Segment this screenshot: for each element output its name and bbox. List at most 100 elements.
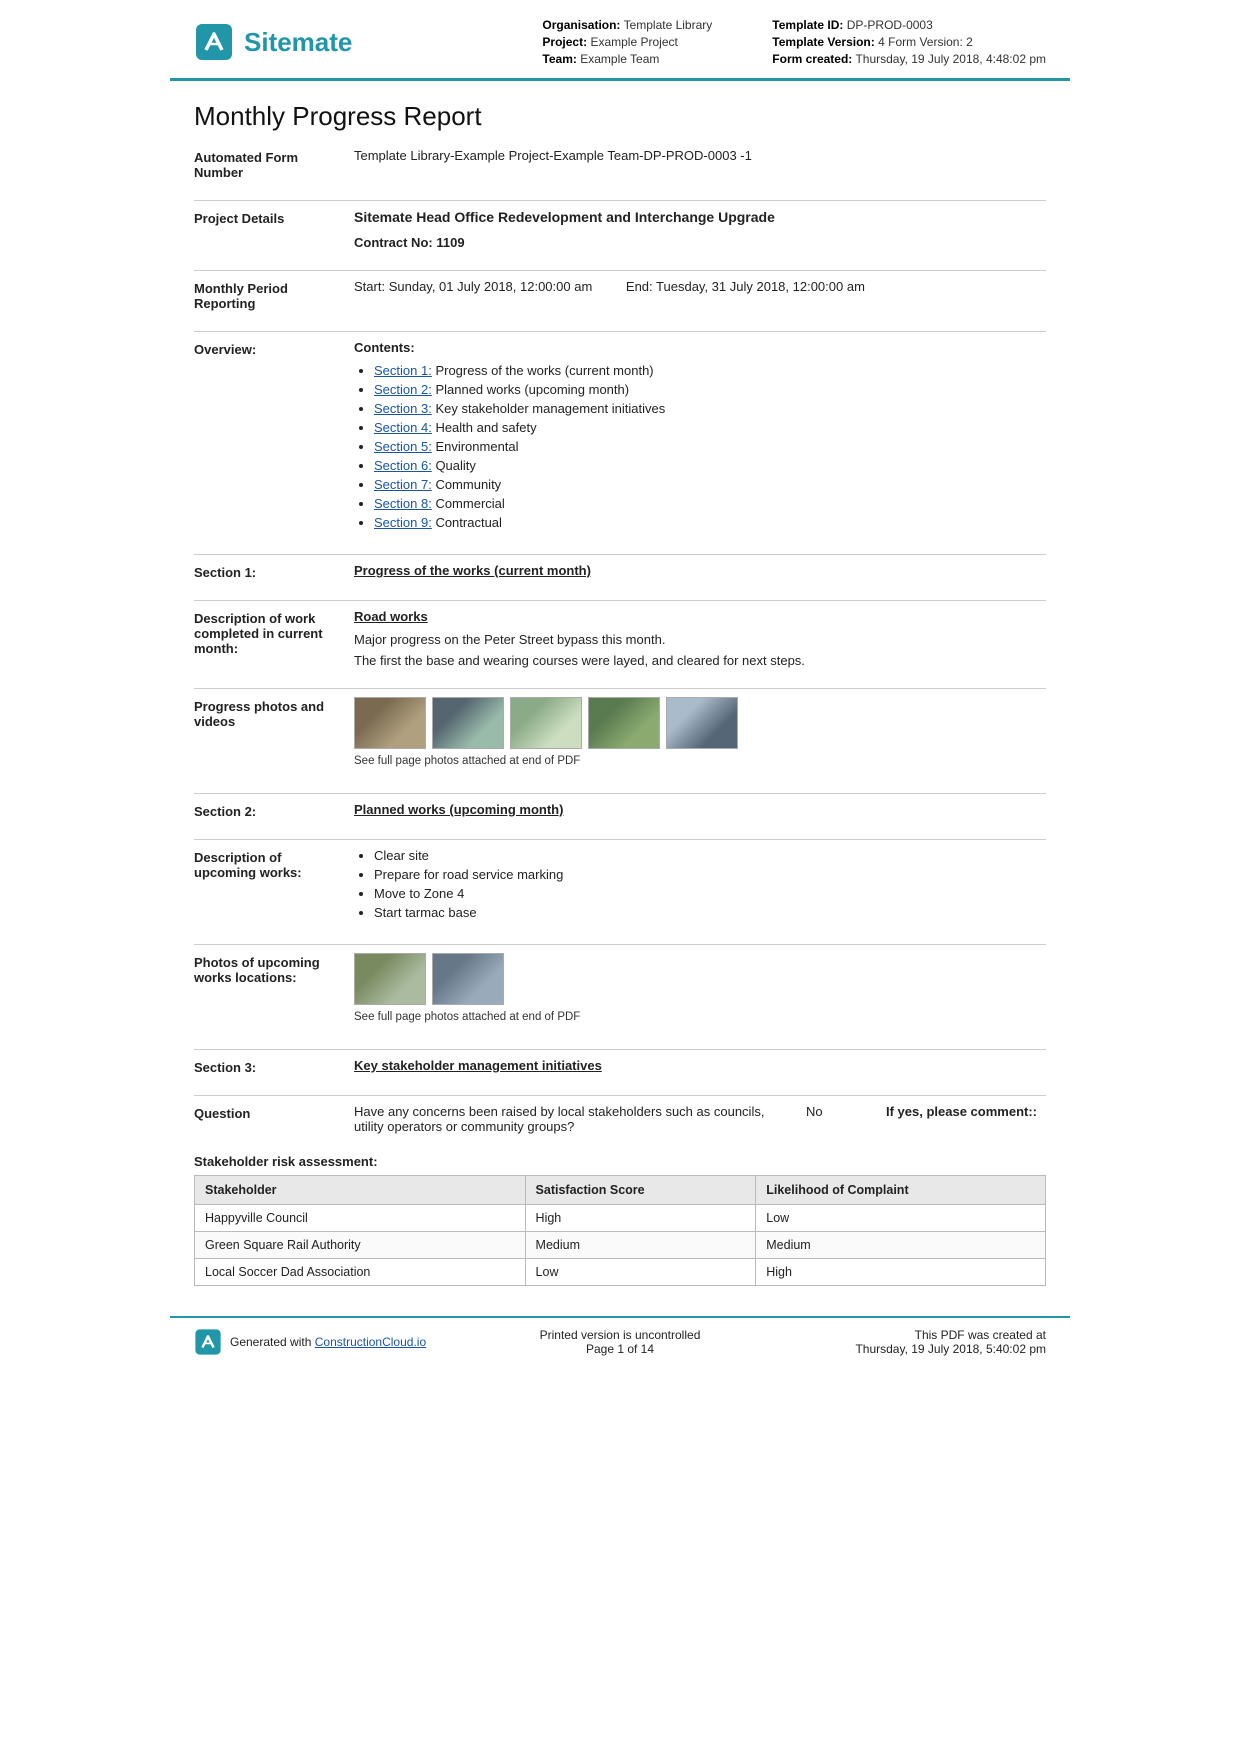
- table-header-row: Stakeholder Satisfaction Score Likelihoo…: [195, 1176, 1046, 1205]
- description-work-label: Description of work completed in current…: [194, 609, 354, 668]
- upcoming-photos-note: See full page photos attached at end of …: [354, 1011, 1046, 1023]
- automated-form-row: Automated Form Number Template Library-E…: [194, 148, 1046, 190]
- list-item: Section 6: Quality: [374, 458, 1046, 473]
- automated-form-label: Automated Form Number: [194, 148, 354, 180]
- list-item: Clear site: [374, 848, 1046, 863]
- table-row: Local Soccer Dad Association Low High: [195, 1259, 1046, 1286]
- page: Sitemate Organisation: Template Library …: [170, 0, 1070, 1366]
- sitemate-logo-icon: [194, 22, 234, 62]
- section2-link[interactable]: Section 2:: [374, 382, 432, 397]
- section6-link[interactable]: Section 6:: [374, 458, 432, 473]
- stakeholder-label: Stakeholder risk assessment:: [194, 1154, 1046, 1169]
- photo-thumb: [354, 697, 426, 749]
- logo-text: Sitemate: [244, 27, 352, 58]
- stakeholder-table: Stakeholder Satisfaction Score Likelihoo…: [194, 1175, 1046, 1286]
- list-item: Section 9: Contractual: [374, 515, 1046, 530]
- section4-link[interactable]: Section 4:: [374, 420, 432, 435]
- list-item: Section 2: Planned works (upcoming month…: [374, 382, 1046, 397]
- list-item: Prepare for road service marking: [374, 867, 1046, 882]
- team-line: Team: Example Team: [542, 52, 712, 66]
- col-likelihood: Likelihood of Complaint: [756, 1176, 1046, 1205]
- list-item: Section 8: Commercial: [374, 496, 1046, 511]
- upcoming-photos-strip: [354, 953, 1046, 1005]
- question-inner: Have any concerns been raised by local s…: [354, 1104, 1046, 1134]
- question-text: Have any concerns been raised by local s…: [354, 1104, 786, 1134]
- footer-link[interactable]: ConstructionCloud.io: [315, 1335, 426, 1349]
- section1-row: Section 1: Progress of the works (curren…: [194, 563, 1046, 590]
- section3-value: Key stakeholder management initiatives: [354, 1058, 1046, 1075]
- upcoming-photos-row: Photos of upcoming works locations: See …: [194, 953, 1046, 1039]
- question-answer: No: [806, 1104, 866, 1119]
- satisfaction-score: Low: [525, 1259, 756, 1286]
- monthly-period-value: Start: Sunday, 01 July 2018, 12:00:00 am…: [354, 279, 1046, 311]
- header-meta: Organisation: Template Library Project: …: [542, 18, 1046, 66]
- stakeholder-name: Local Soccer Dad Association: [195, 1259, 526, 1286]
- project-details-title: Sitemate Head Office Redevelopment and I…: [354, 209, 1046, 225]
- template-version-line: Template Version: 4 Form Version: 2: [772, 35, 1046, 49]
- section1-link[interactable]: Section 1:: [374, 363, 432, 378]
- section3-label: Section 3:: [194, 1058, 354, 1075]
- section9-link[interactable]: Section 9:: [374, 515, 432, 530]
- question-value: Have any concerns been raised by local s…: [354, 1104, 1046, 1134]
- footer-center: Printed version is uncontrolled Page 1 o…: [478, 1328, 762, 1356]
- section2-value: Planned works (upcoming month): [354, 802, 1046, 819]
- section3-link[interactable]: Section 3:: [374, 401, 432, 416]
- contract-no: Contract No: 1109: [354, 235, 1046, 250]
- photo-thumb: [432, 697, 504, 749]
- project-details-value: Sitemate Head Office Redevelopment and I…: [354, 209, 1046, 250]
- footer: Generated with ConstructionCloud.io Prin…: [170, 1316, 1070, 1366]
- progress-photos-value: See full page photos attached at end of …: [354, 697, 1046, 773]
- project-details-row: Project Details Sitemate Head Office Red…: [194, 209, 1046, 260]
- period-end: End: Tuesday, 31 July 2018, 12:00:00 am: [626, 279, 865, 294]
- photo-thumb: [432, 953, 504, 1005]
- section2-row: Section 2: Planned works (upcoming month…: [194, 802, 1046, 829]
- section2-title: Planned works (upcoming month): [354, 802, 563, 817]
- section1-label: Section 1:: [194, 563, 354, 580]
- upcoming-works-value: Clear site Prepare for road service mark…: [354, 848, 1046, 924]
- footer-right-line2: Thursday, 19 July 2018, 5:40:02 pm: [762, 1342, 1046, 1356]
- col-stakeholder: Stakeholder: [195, 1176, 526, 1205]
- list-item: Section 5: Environmental: [374, 439, 1046, 454]
- upcoming-photos-value: See full page photos attached at end of …: [354, 953, 1046, 1029]
- question-label: Question: [194, 1104, 354, 1134]
- monthly-period-row: Monthly Period Reporting Start: Sunday, …: [194, 279, 1046, 321]
- list-item: Section 7: Community: [374, 477, 1046, 492]
- list-item: Section 1: Progress of the works (curren…: [374, 363, 1046, 378]
- question-comment: If yes, please comment::: [886, 1104, 1046, 1119]
- list-item: Start tarmac base: [374, 905, 1046, 920]
- stakeholder-name: Green Square Rail Authority: [195, 1232, 526, 1259]
- progress-photos-label: Progress photos and videos: [194, 697, 354, 773]
- upcoming-works-label: Description of upcoming works:: [194, 848, 354, 924]
- likelihood-complaint: High: [756, 1259, 1046, 1286]
- report-title: Monthly Progress Report: [194, 101, 1046, 132]
- description-work-row: Description of work completed in current…: [194, 609, 1046, 678]
- section5-link[interactable]: Section 5:: [374, 439, 432, 454]
- likelihood-complaint: Medium: [756, 1232, 1046, 1259]
- footer-logo-icon: [194, 1328, 222, 1356]
- photos-note: See full page photos attached at end of …: [354, 755, 1046, 767]
- section3-row: Section 3: Key stakeholder management in…: [194, 1058, 1046, 1085]
- section7-link[interactable]: Section 7:: [374, 477, 432, 492]
- list-item: Move to Zone 4: [374, 886, 1046, 901]
- stakeholder-name: Happyville Council: [195, 1205, 526, 1232]
- period-start: Start: Sunday, 01 July 2018, 12:00:00 am: [354, 279, 592, 294]
- upcoming-photos-label: Photos of upcoming works locations:: [194, 953, 354, 1029]
- col-satisfaction: Satisfaction Score: [525, 1176, 756, 1205]
- photo-thumb: [666, 697, 738, 749]
- overview-value: Contents: Section 1: Progress of the wor…: [354, 340, 1046, 534]
- header-meta-left: Organisation: Template Library Project: …: [542, 18, 712, 66]
- form-created-line: Form created: Thursday, 19 July 2018, 4:…: [772, 52, 1046, 66]
- section1-title: Progress of the works (current month): [354, 563, 591, 578]
- desc-line1: Major progress on the Peter Street bypas…: [354, 632, 1046, 647]
- photo-thumb: [354, 953, 426, 1005]
- header-meta-right: Template ID: DP-PROD-0003 Template Versi…: [772, 18, 1046, 66]
- project-line: Project: Example Project: [542, 35, 712, 49]
- contents-label: Contents:: [354, 340, 1046, 355]
- logo-area: Sitemate: [194, 22, 542, 62]
- section8-link[interactable]: Section 8:: [374, 496, 432, 511]
- work-type: Road works: [354, 609, 1046, 624]
- list-item: Section 4: Health and safety: [374, 420, 1046, 435]
- section3-title: Key stakeholder management initiatives: [354, 1058, 602, 1073]
- footer-right: This PDF was created at Thursday, 19 Jul…: [762, 1328, 1046, 1356]
- satisfaction-score: High: [525, 1205, 756, 1232]
